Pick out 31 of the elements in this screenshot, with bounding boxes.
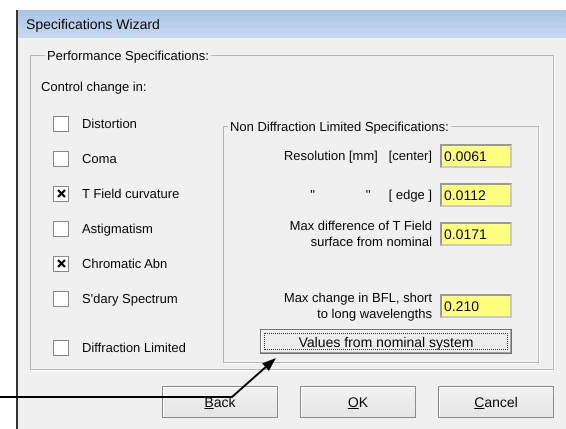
cross-mark-icon [56,259,66,268]
input-field[interactable]: 0.0112 [440,183,512,207]
checkbox-label: Astigmatism [82,221,153,236]
checkbox[interactable] [53,256,69,272]
group-title: Non Diffraction Limited Specifications: [229,119,450,134]
checkbox-label: Diffraction Limited [82,340,186,355]
input-field[interactable]: 0.0061 [440,144,512,168]
checkbox[interactable] [53,290,69,306]
checkbox[interactable] [53,220,69,236]
group-title: Performance Specifications: [46,48,210,63]
checkbox[interactable] [53,340,69,356]
checkbox-label: Distortion [82,116,137,131]
field-label: Max difference of T Field surface from nominal [290,218,432,250]
field-label: Max change in BFL, short to long wavelengths [284,290,432,322]
dialog-button[interactable]: Cancel [438,386,554,418]
section-label: Control change in: [41,79,148,94]
checkbox-label: Coma [82,151,117,166]
cross-mark-icon [56,189,66,198]
field-label: '' '' [ edge ] [310,187,432,203]
field-label: Resolution [mm] [center] [284,148,432,164]
checkbox-label: T Field curvature [82,186,180,201]
checkbox[interactable] [53,186,69,202]
checkbox[interactable] [53,116,69,132]
checkbox-label: Chromatic Abn [82,256,168,271]
dialog-button[interactable]: OK [300,386,416,418]
window-title: Specifications Wizard [18,10,566,38]
input-field[interactable]: 0.0171 [440,222,512,246]
checkbox[interactable] [53,150,69,166]
values-button[interactable]: Values from nominal system [260,329,512,354]
checkbox-label: S'dary Spectrum [82,291,178,306]
input-field[interactable]: 0.210 [440,294,512,318]
